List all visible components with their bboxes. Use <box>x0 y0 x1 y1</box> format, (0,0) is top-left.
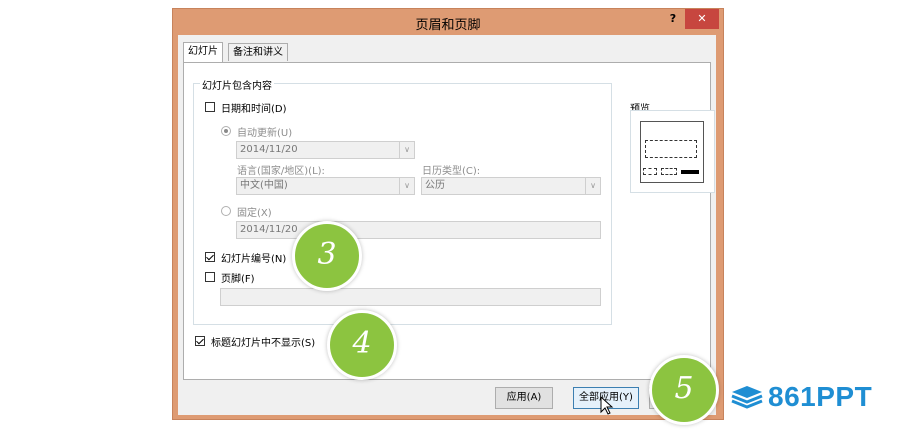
preview-slide-number-placeholder <box>681 170 699 174</box>
slide-number-checkbox[interactable] <box>205 252 215 262</box>
preview-title-placeholder <box>645 140 697 158</box>
fixed-date-input[interactable]: 2014/11/20 <box>236 221 601 239</box>
auto-update-label: 自动更新(U) <box>237 128 293 139</box>
calendar-type-label: 日历类型(C): <box>422 166 481 177</box>
brand-logo-text: 861PPT <box>768 381 873 412</box>
footer-label: 页脚(F) <box>221 274 255 285</box>
chevron-down-icon: ∨ <box>399 142 414 158</box>
close-button[interactable]: ✕ <box>685 9 719 29</box>
title-slide-label: 标题幻灯片中不显示(S) <box>211 338 316 349</box>
chevron-down-icon: ∨ <box>585 178 600 194</box>
language-value: 中文(中国) <box>240 180 288 191</box>
tab-notes-handouts[interactable]: 备注和讲义 <box>228 43 288 61</box>
slides-tab-panel: 幻灯片包含内容 日期和时间(D) 自动更新(U) 2014/11/20 ∨ 语言… <box>183 62 715 380</box>
chevron-down-icon: ∨ <box>399 178 414 194</box>
auto-update-date-select[interactable]: 2014/11/20 ∨ <box>236 141 415 159</box>
date-time-label: 日期和时间(D) <box>221 104 287 115</box>
slide-number-label: 幻灯片编号(N) <box>221 254 287 265</box>
language-label: 语言(国家/地区)(L): <box>237 166 325 177</box>
title-slide-checkbox[interactable] <box>195 336 205 346</box>
preview-area: 预览 <box>630 100 715 193</box>
step-badge-5: 5 <box>649 355 719 425</box>
apply-button[interactable]: 应用(A) <box>495 387 553 409</box>
mouse-pointer-icon <box>600 396 614 415</box>
footer-text-input[interactable] <box>220 288 601 306</box>
layers-icon <box>731 386 763 409</box>
footer-checkbox[interactable] <box>205 272 215 282</box>
slide-thumbnail <box>640 121 704 183</box>
fixed-date-value: 2014/11/20 <box>240 224 298 235</box>
slide-content-group: 幻灯片包含内容 日期和时间(D) 自动更新(U) 2014/11/20 ∨ 语言… <box>193 77 612 325</box>
fixed-label: 固定(X) <box>237 208 272 219</box>
preview-footer-placeholder <box>661 168 677 175</box>
title-bar: 页眉和页脚 ? ✕ <box>173 9 723 35</box>
step-badge-3: 3 <box>292 221 362 291</box>
calendar-type-select[interactable]: 公历 ∨ <box>421 177 601 195</box>
tab-slides[interactable]: 幻灯片 <box>183 42 223 62</box>
auto-update-radio[interactable] <box>221 126 231 136</box>
auto-update-date-value: 2014/11/20 <box>240 144 298 155</box>
help-button[interactable]: ? <box>666 12 680 28</box>
preview-frame <box>630 110 715 193</box>
language-select[interactable]: 中文(中国) ∨ <box>236 177 415 195</box>
header-footer-dialog: 页眉和页脚 ? ✕ 幻灯片 备注和讲义 幻灯片包含内容 日期和时间(D) 自动更… <box>172 8 724 420</box>
step-badge-4: 4 <box>327 310 397 380</box>
dialog-title: 页眉和页脚 <box>415 18 481 33</box>
date-time-checkbox[interactable] <box>205 102 215 112</box>
calendar-type-value: 公历 <box>425 180 445 191</box>
fixed-radio[interactable] <box>221 206 231 216</box>
group-title: 幻灯片包含内容 <box>200 77 274 92</box>
preview-date-placeholder <box>643 168 657 175</box>
dialog-body: 幻灯片 备注和讲义 幻灯片包含内容 日期和时间(D) 自动更新(U) 2014/… <box>178 35 716 415</box>
